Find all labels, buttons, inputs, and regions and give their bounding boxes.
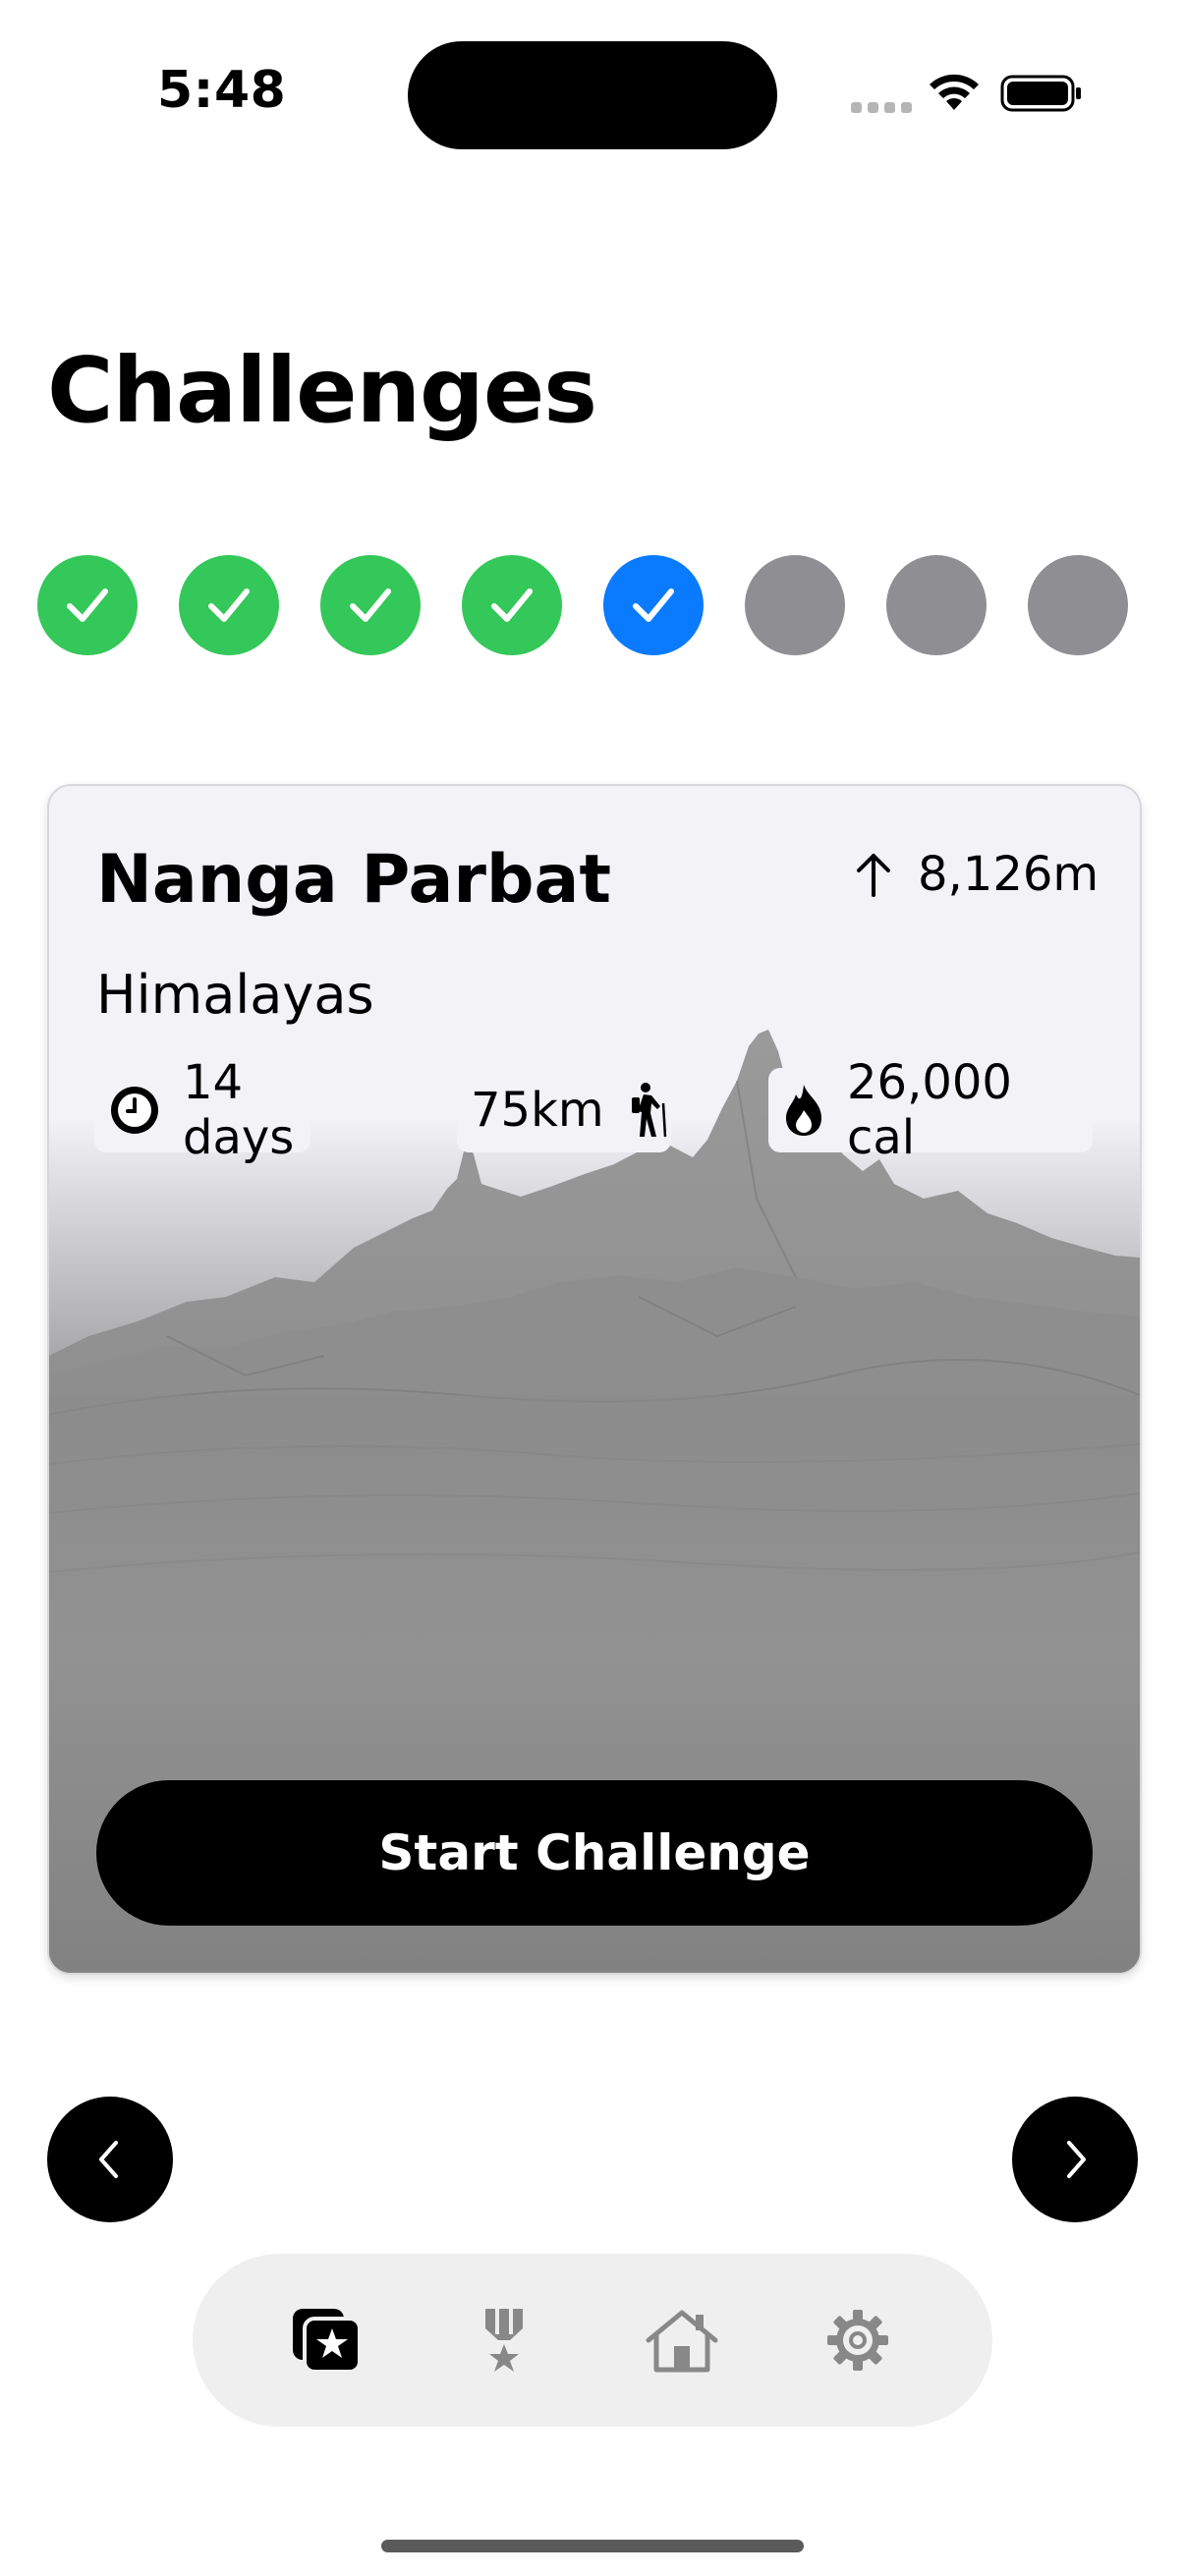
step-3-completed[interactable]	[320, 555, 421, 655]
tab-settings[interactable]	[809, 2291, 907, 2389]
mountain-range: Himalayas	[96, 964, 374, 1026]
challenge-card[interactable]: Nanga Parbat 8,126m Himalayas 14 days 75…	[47, 784, 1142, 1975]
challenges-star-icon	[293, 2309, 362, 2374]
duration-chip: 14 days	[94, 1055, 310, 1165]
cellular-signal-icon	[851, 102, 912, 113]
hiker-icon	[631, 1083, 666, 1138]
step-2-completed[interactable]	[179, 555, 279, 655]
home-indicator[interactable]	[381, 2540, 804, 2552]
checkmark-icon	[208, 588, 250, 622]
step-5-current[interactable]	[603, 555, 704, 655]
previous-challenge-button[interactable]	[47, 2097, 173, 2222]
start-challenge-button[interactable]: Start Challenge	[96, 1780, 1093, 1926]
arrow-up-icon	[857, 854, 890, 897]
clock-icon	[111, 1087, 158, 1134]
gear-icon	[827, 2310, 888, 2371]
dynamic-island	[408, 41, 777, 149]
step-6-locked[interactable]	[745, 555, 845, 655]
altitude-chip: 8,126m	[837, 832, 1099, 917]
calories-chip: 26,000 cal	[768, 1055, 1093, 1165]
duration-value: 14 days	[183, 1055, 295, 1165]
flame-icon	[786, 1085, 821, 1136]
medal-icon	[485, 2309, 523, 2372]
tab-achievements[interactable]	[455, 2291, 553, 2389]
status-time: 5:48	[157, 61, 287, 120]
calories-value: 26,000 cal	[847, 1055, 1012, 1165]
checkmark-icon	[67, 588, 108, 622]
checkmark-icon	[491, 588, 533, 622]
distance-chip: 75km	[457, 1068, 671, 1152]
step-8-locked[interactable]	[1028, 555, 1128, 655]
tab-challenges[interactable]	[277, 2291, 375, 2389]
checkmark-icon	[633, 588, 674, 622]
challenge-name: Nanga Parbat	[96, 841, 611, 919]
page-title: Challenges	[47, 338, 597, 443]
house-icon	[646, 2310, 718, 2373]
altitude-value: 8,126m	[918, 847, 1100, 902]
challenge-progress	[37, 555, 1128, 655]
step-7-locked[interactable]	[886, 555, 987, 655]
step-1-completed[interactable]	[37, 555, 138, 655]
next-challenge-button[interactable]	[1012, 2097, 1138, 2222]
battery-icon	[1000, 75, 1081, 112]
checkmark-icon	[350, 588, 391, 622]
wifi-icon	[930, 74, 979, 110]
tab-bar	[193, 2254, 992, 2427]
chevron-left-icon	[99, 2141, 118, 2178]
distance-value: 75km	[471, 1083, 604, 1138]
chevron-right-icon	[1067, 2141, 1086, 2178]
tab-home[interactable]	[633, 2291, 731, 2389]
step-4-completed[interactable]	[462, 555, 562, 655]
